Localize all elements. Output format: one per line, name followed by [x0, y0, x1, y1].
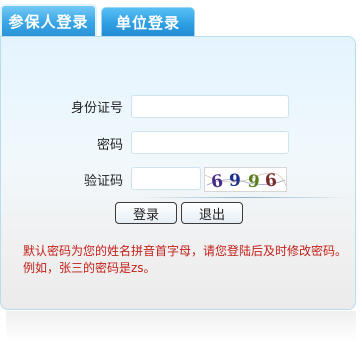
captcha-input[interactable]: [131, 167, 201, 190]
captcha-char: 6: [210, 171, 225, 191]
password-label: 密码: [96, 138, 123, 153]
login-tabs: 参保人登录 单位登录: [0, 4, 362, 36]
captcha-image[interactable]: 6 9 9 6: [204, 167, 287, 193]
captcha-glyphs: 6 9 9 6: [204, 171, 287, 193]
tab-label: 单位登录: [115, 13, 180, 32]
password-input[interactable]: [131, 131, 289, 154]
login-button[interactable]: 登录: [115, 202, 177, 224]
id-number-label: 身份证号: [70, 101, 123, 116]
captcha-char: 6: [264, 171, 278, 191]
form-divider: [141, 197, 351, 198]
id-number-input[interactable]: [131, 95, 289, 118]
tab-insured-person-login[interactable]: 参保人登录: [0, 4, 97, 36]
password-hint: 默认密码为您的姓名拼音首字母，请您登陆后及时修改密码。 例如，张三的密码是zs。: [23, 243, 353, 277]
captcha-char: 9: [247, 171, 261, 191]
exit-button[interactable]: 退出: [181, 202, 243, 224]
captcha-label: 验证码: [83, 174, 123, 189]
captcha-char: 9: [229, 171, 241, 191]
tab-organization-login[interactable]: 单位登录: [101, 7, 195, 36]
tab-label: 参保人登录: [8, 12, 89, 31]
panel-reflection: [6, 311, 356, 342]
password-hint-line: 默认密码为您的姓名拼音首字母，请您登陆后及时修改密码。: [23, 244, 348, 258]
password-hint-line: 例如，张三的密码是zs。: [23, 261, 156, 275]
login-panel: 身份证号 密码 验证码 6 9 9 6 登录 退出 默认密码为您的姓名拼音首字母…: [0, 36, 356, 310]
